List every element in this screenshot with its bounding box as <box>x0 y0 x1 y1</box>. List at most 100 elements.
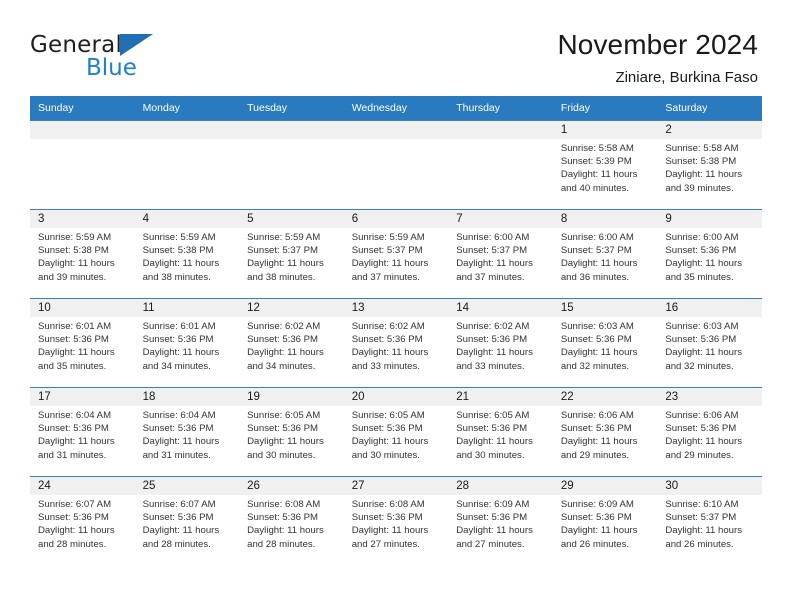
calendar-day-cell[interactable]: 18 Sunrise: 6:04 AM Sunset: 5:36 PM Dayligh… <box>134 387 240 477</box>
brand-name-blue: Blue <box>86 55 137 81</box>
sunset-text: Sunset: 5:36 PM <box>247 423 319 435</box>
calendar-day-cell[interactable]: 6 Sunrise: 5:59 AM Sunset: 5:37 PM Daylight… <box>343 209 449 299</box>
sunset-text: Sunset: 5:36 PM <box>142 334 214 346</box>
day-number: 12 <box>239 299 344 317</box>
sunrise-text: Sunrise: 6:08 AM <box>247 499 321 510</box>
sunset-text: Sunset: 5:37 PM <box>247 245 319 257</box>
calendar-day-cell[interactable]: 10 Sunrise: 6:01 AM Sunset: 5:36 PM Dayligh… <box>30 298 135 388</box>
day-number: 17 <box>30 388 135 406</box>
calendar-day-cell[interactable]: 24 Sunrise: 6:07 AM Sunset: 5:36 PM Dayligh… <box>30 476 135 566</box>
weekday-header-saturday: Saturday <box>657 96 762 121</box>
daylight-text: Daylight: 11 hours and 33 minutes. <box>456 347 533 372</box>
sunset-text: Sunset: 5:36 PM <box>38 334 109 346</box>
calendar-day-cell[interactable]: 20 Sunrise: 6:05 AM Sunset: 5:36 PM Dayligh… <box>343 387 449 477</box>
sunrise-text: Sunrise: 6:01 AM <box>38 321 112 332</box>
sunrise-text: Sunrise: 6:02 AM <box>247 321 321 332</box>
calendar-day-cell[interactable]: 11 Sunrise: 6:01 AM Sunset: 5:36 PM Dayligh… <box>134 298 240 388</box>
calendar-day-cell[interactable]: 17 Sunrise: 6:04 AM Sunset: 5:36 PM Dayligh… <box>30 387 135 477</box>
calendar-day-cell[interactable]: 1 Sunrise: 5:58 AM Sunset: 5:39 PM Daylight… <box>552 120 658 210</box>
daylight-text: Daylight: 11 hours and 37 minutes. <box>456 258 533 283</box>
daylight-text: Daylight: 11 hours and 28 minutes. <box>142 525 220 550</box>
calendar-day-cell[interactable]: 15 Sunrise: 6:03 AM Sunset: 5:36 PM Dayligh… <box>552 298 658 388</box>
sunset-text: Sunset: 5:36 PM <box>456 512 528 524</box>
sunrise-text: Sunrise: 6:08 AM <box>351 499 425 510</box>
calendar-day-cell[interactable]: 29 Sunrise: 6:09 AM Sunset: 5:36 PM Dayligh… <box>552 476 658 566</box>
sunset-text: Sunset: 5:36 PM <box>665 334 737 346</box>
calendar-day-cell[interactable]: 21 Sunrise: 6:05 AM Sunset: 5:36 PM Dayligh… <box>448 387 553 477</box>
page-title: November 2024 <box>557 29 758 60</box>
calendar-day-cell[interactable]: 28 Sunrise: 6:09 AM Sunset: 5:36 PM Dayligh… <box>448 476 553 566</box>
calendar-day-cell[interactable]: 16 Sunrise: 6:03 AM Sunset: 5:36 PM Dayligh… <box>657 298 762 388</box>
calendar-day-cell[interactable]: 4 Sunrise: 5:59 AM Sunset: 5:38 PM Daylight… <box>134 209 240 299</box>
sunset-text: Sunset: 5:39 PM <box>560 156 632 168</box>
day-details: Sunrise: 6:04 AM Sunset: 5:36 PM Daylight:… <box>135 406 240 462</box>
calendar-day-cell[interactable]: 3 Sunrise: 5:59 AM Sunset: 5:38 PM Daylight… <box>30 209 135 299</box>
sunset-text: Sunset: 5:36 PM <box>560 512 632 524</box>
sunset-text: Sunset: 5:36 PM <box>351 423 423 435</box>
brand-logo[interactable]: General Blue <box>30 28 154 81</box>
sunset-text: Sunset: 5:36 PM <box>351 334 423 346</box>
daylight-text: Daylight: 11 hours and 30 minutes. <box>247 436 324 461</box>
day-details: Sunrise: 6:00 AM Sunset: 5:37 PM Daylight:… <box>553 228 658 284</box>
calendar-day-cell[interactable]: 2 Sunrise: 5:58 AM Sunset: 5:38 PM Daylight… <box>657 120 762 210</box>
sunrise-text: Sunrise: 6:04 AM <box>38 410 112 421</box>
calendar-cell-empty <box>448 120 553 210</box>
day-number: 20 <box>343 388 449 406</box>
sunset-text: Sunset: 5:36 PM <box>38 423 109 435</box>
calendar-cell-empty <box>239 120 344 210</box>
calendar-day-cell[interactable]: 13 Sunrise: 6:02 AM Sunset: 5:36 PM Dayligh… <box>343 298 449 388</box>
day-details: Sunrise: 6:00 AM Sunset: 5:37 PM Daylight:… <box>448 228 553 284</box>
day-number: 18 <box>134 388 240 406</box>
calendar-day-cell[interactable]: 27 Sunrise: 6:08 AM Sunset: 5:36 PM Dayligh… <box>343 476 449 566</box>
daylight-text: Daylight: 11 hours and 30 minutes. <box>351 436 429 461</box>
calendar-day-cell[interactable]: 5 Sunrise: 5:59 AM Sunset: 5:37 PM Daylight… <box>239 209 344 299</box>
sunrise-text: Sunrise: 6:00 AM <box>665 232 739 243</box>
calendar-day-cell[interactable]: 26 Sunrise: 6:08 AM Sunset: 5:36 PM Dayligh… <box>239 476 344 566</box>
calendar-day-cell[interactable]: 8 Sunrise: 6:00 AM Sunset: 5:37 PM Daylight… <box>552 209 658 299</box>
daylight-text: Daylight: 11 hours and 36 minutes. <box>560 258 638 283</box>
day-number: 10 <box>30 299 135 317</box>
daylight-text: Daylight: 11 hours and 39 minutes. <box>38 258 115 283</box>
calendar-week-row: 17 Sunrise: 6:04 AM Sunset: 5:36 PM Dayligh… <box>30 387 762 477</box>
sunrise-text: Sunrise: 5:59 AM <box>351 232 425 243</box>
sunrise-text: Sunrise: 5:58 AM <box>665 143 739 154</box>
calendar-day-cell[interactable]: 9 Sunrise: 6:00 AM Sunset: 5:36 PM Daylight… <box>657 209 762 299</box>
day-number: 15 <box>552 299 658 317</box>
day-details: Sunrise: 6:06 AM Sunset: 5:36 PM Daylight:… <box>657 406 762 462</box>
daylight-text: Daylight: 11 hours and 26 minutes. <box>560 525 638 550</box>
day-details: Sunrise: 6:05 AM Sunset: 5:36 PM Daylight:… <box>344 406 449 462</box>
calendar-day-cell[interactable]: 7 Sunrise: 6:00 AM Sunset: 5:37 PM Daylight… <box>448 209 553 299</box>
calendar-cell-empty <box>134 120 240 210</box>
sunset-text: Sunset: 5:38 PM <box>142 245 214 257</box>
sunset-text: Sunset: 5:36 PM <box>38 512 109 524</box>
day-number <box>343 121 449 139</box>
calendar-day-cell[interactable]: 14 Sunrise: 6:02 AM Sunset: 5:36 PM Dayligh… <box>448 298 553 388</box>
weekday-header-friday: Friday <box>552 96 658 121</box>
calendar-page: General Blue November 2024 Ziniare, Burk… <box>0 0 792 612</box>
calendar-day-cell[interactable]: 30 Sunrise: 6:10 AM Sunset: 5:37 PM Dayligh… <box>657 476 762 566</box>
sunrise-text: Sunrise: 6:05 AM <box>456 410 530 421</box>
sunset-text: Sunset: 5:36 PM <box>142 423 214 435</box>
calendar-day-cell[interactable]: 22 Sunrise: 6:06 AM Sunset: 5:36 PM Dayligh… <box>552 387 658 477</box>
day-details: Sunrise: 5:59 AM Sunset: 5:38 PM Daylight:… <box>30 228 135 284</box>
day-number: 16 <box>657 299 762 317</box>
day-number: 29 <box>552 477 658 495</box>
calendar-week-row: 1 Sunrise: 5:58 AM Sunset: 5:39 PM Daylight… <box>30 120 762 210</box>
day-details: Sunrise: 6:07 AM Sunset: 5:36 PM Daylight:… <box>30 495 135 551</box>
sunset-text: Sunset: 5:37 PM <box>456 245 528 257</box>
calendar-day-cell[interactable]: 23 Sunrise: 6:06 AM Sunset: 5:36 PM Dayligh… <box>657 387 762 477</box>
calendar-cell-empty <box>343 120 449 210</box>
sunrise-text: Sunrise: 6:09 AM <box>456 499 530 510</box>
calendar-day-cell[interactable]: 12 Sunrise: 6:02 AM Sunset: 5:36 PM Dayligh… <box>239 298 344 388</box>
brand-top-row: General <box>30 34 154 57</box>
calendar-day-cell[interactable]: 19 Sunrise: 6:05 AM Sunset: 5:36 PM Dayligh… <box>239 387 344 477</box>
day-details: Sunrise: 6:08 AM Sunset: 5:36 PM Daylight:… <box>239 495 344 551</box>
day-number: 1 <box>552 121 658 139</box>
calendar-day-cell[interactable]: 25 Sunrise: 6:07 AM Sunset: 5:36 PM Dayligh… <box>134 476 240 566</box>
day-number: 30 <box>657 477 762 495</box>
day-details: Sunrise: 6:03 AM Sunset: 5:36 PM Daylight:… <box>657 317 762 373</box>
day-number: 13 <box>343 299 449 317</box>
daylight-text: Daylight: 11 hours and 27 minutes. <box>456 525 533 550</box>
daylight-text: Daylight: 11 hours and 34 minutes. <box>247 347 324 372</box>
day-number: 19 <box>239 388 344 406</box>
